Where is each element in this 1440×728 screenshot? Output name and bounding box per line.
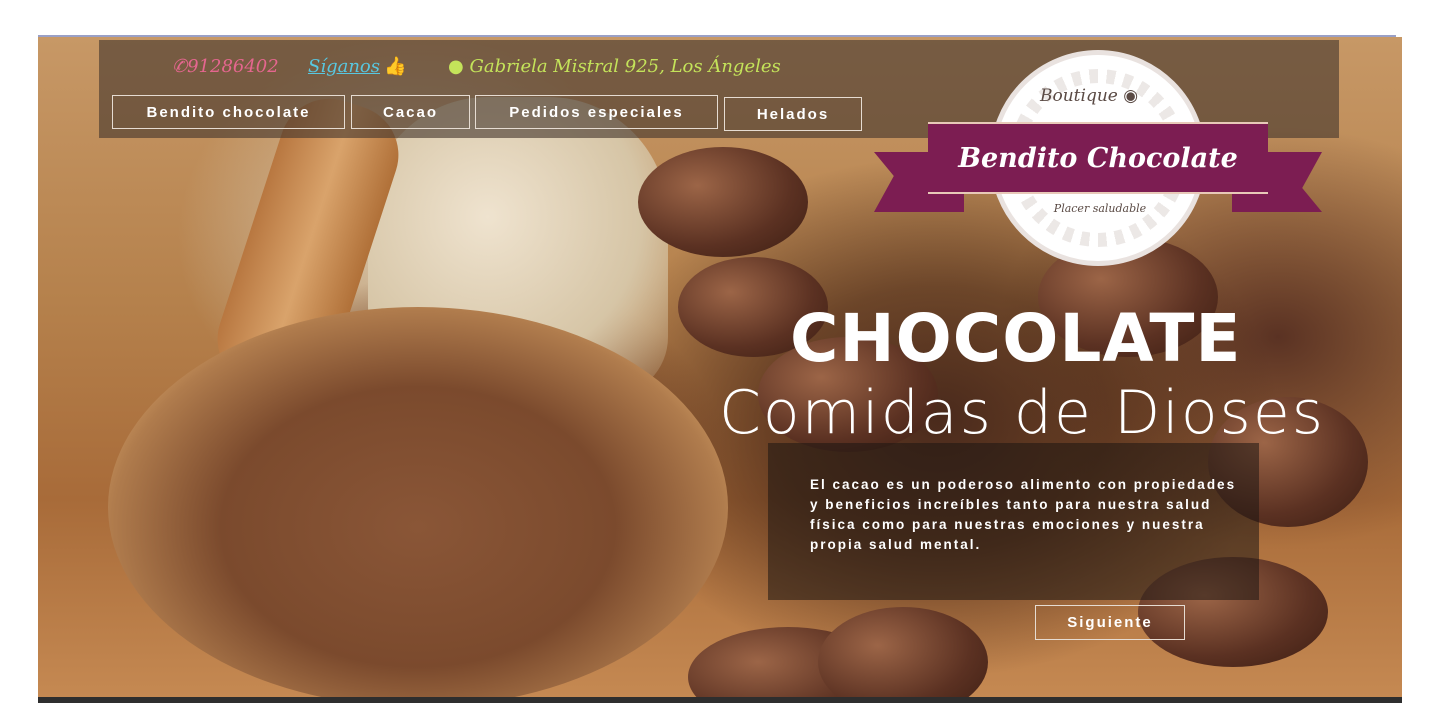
coffee-bean-icon: ◉: [1123, 86, 1139, 106]
phone-contact[interactable]: ✆91286402: [172, 56, 279, 77]
brand-name: Bendito Chocolate: [958, 142, 1238, 174]
location-pin-icon: ●: [448, 56, 464, 77]
address: ● Gabriela Mistral 925, Los Ángeles: [448, 56, 781, 77]
logo-boutique: Boutique ◉: [1040, 86, 1138, 106]
address-text: Gabriela Mistral 925, Los Ángeles: [469, 56, 781, 77]
thumbs-up-icon: 👍: [384, 56, 407, 77]
logo-tagline: Placer saludable: [1032, 202, 1168, 215]
phone-icon: ✆: [172, 56, 188, 77]
follow-label: Síganos: [308, 56, 381, 77]
tagline-text: Placer saludable: [1053, 202, 1147, 215]
bottom-strip: [38, 697, 1402, 703]
follow-link[interactable]: Síganos 👍: [308, 56, 406, 77]
nav-helados[interactable]: Helados: [724, 97, 862, 131]
description-text: El cacao es un poderoso alimento con pro…: [810, 477, 1237, 552]
nav-pedidos-especiales[interactable]: Pedidos especiales: [475, 95, 718, 129]
next-button[interactable]: Siguiente: [1035, 605, 1185, 640]
hero-title: CHOCOLATE: [790, 300, 1242, 377]
phone-number: 91286402: [187, 56, 279, 77]
cocoa-bean: [638, 147, 808, 257]
description-panel: El cacao es un poderoso alimento con pro…: [768, 443, 1259, 600]
nav-cacao[interactable]: Cacao: [351, 95, 470, 129]
hero-subtitle: Comidas de Dioses: [719, 378, 1325, 448]
logo-ribbon: Bendito Chocolate: [928, 122, 1268, 194]
cocoa-bean: [818, 607, 988, 697]
spoon-with-cocoa-powder: [108, 307, 728, 697]
nav-bendito-chocolate[interactable]: Bendito chocolate: [112, 95, 345, 129]
boutique-text: Boutique: [1040, 86, 1118, 106]
